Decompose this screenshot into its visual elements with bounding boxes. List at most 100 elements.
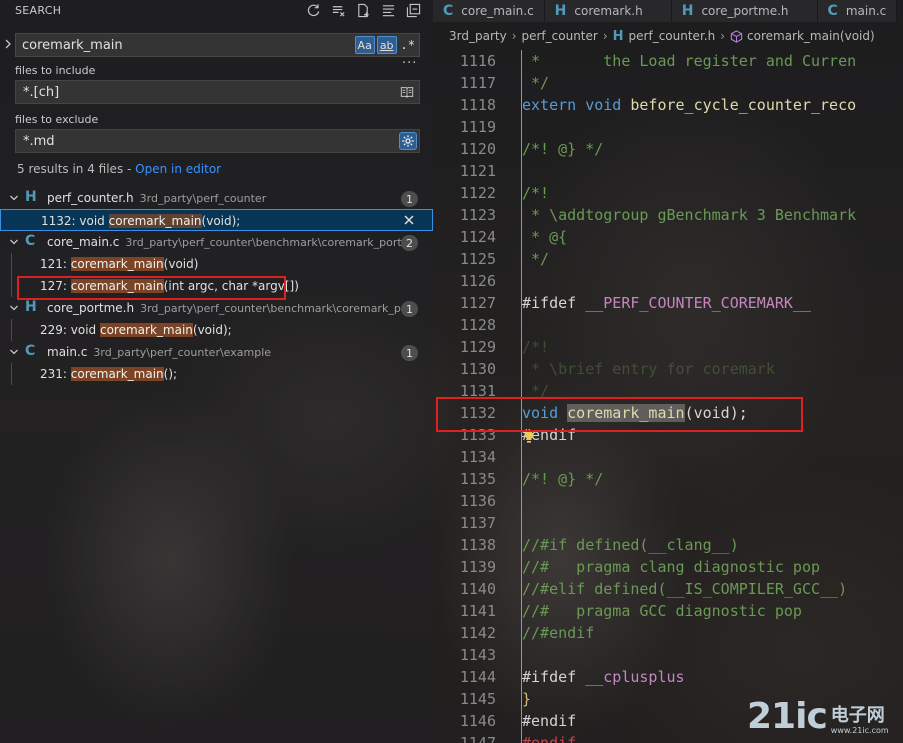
symbol-method-icon	[730, 29, 743, 43]
code-line[interactable]: 1116 * the Load register and Curren	[433, 50, 903, 72]
result-match-row[interactable]: 229: void coremark_main(void);	[0, 319, 433, 341]
code-line[interactable]: 1127 #ifdef __PERF_COUNTER_COREMARK__	[433, 292, 903, 314]
match-highlight: coremark_main	[108, 214, 202, 228]
h-file-icon: H	[681, 3, 694, 19]
code-line[interactable]: 1123 * \addtogroup gBenchmark 3 Benchmar…	[433, 204, 903, 226]
line-number: 1129	[459, 338, 496, 356]
refresh-icon[interactable]	[305, 2, 321, 18]
chevron-down-icon[interactable]	[9, 346, 19, 356]
match-highlight: coremark_main	[99, 323, 193, 337]
line-number: 1147	[459, 734, 496, 743]
collapse-all-icon[interactable]	[405, 2, 421, 18]
clear-results-icon[interactable]	[330, 2, 346, 18]
code-function: before_cycle_counter_reco	[630, 96, 857, 114]
result-file-core-main-c[interactable]: C core_main.c 3rd_party\perf_counter\benc…	[0, 231, 433, 253]
code-text: /*! @} */	[522, 138, 603, 160]
line-number: 1125	[459, 250, 496, 268]
tab-main-c[interactable]: Cmain.c	[817, 0, 898, 22]
tab-core-main-c[interactable]: Ccore_main.c	[433, 0, 545, 22]
result-file-main-c[interactable]: C main.c 3rd_party\perf_counter\example 1	[0, 341, 433, 363]
code-comment: //# pragma clang diagnostic pop	[522, 558, 821, 576]
code-line[interactable]: 1141 //# pragma GCC diagnostic pop	[433, 600, 903, 622]
result-file-perf-counter-h[interactable]: H perf_counter.h 3rd_party\perf_counter 1	[0, 187, 433, 209]
code-line[interactable]: 1122 /*!	[433, 182, 903, 204]
code-line[interactable]: 1121	[433, 160, 903, 182]
code-text: #endif	[522, 732, 576, 743]
match-text: 231: coremark_main();	[40, 367, 177, 381]
line-number: 1119	[459, 118, 496, 136]
code-line[interactable]: 1143	[433, 644, 903, 666]
code-line[interactable]: 1142 //#endif	[433, 622, 903, 644]
search-input[interactable]: coremark_main Aa ab .*	[15, 33, 420, 57]
file-name-text: core_portme.h	[47, 301, 135, 315]
code-line[interactable]: 1125 */	[433, 248, 903, 270]
line-number: 1117	[459, 74, 496, 92]
whole-word-toggle[interactable]: ab	[376, 36, 397, 54]
view-as-tree-icon[interactable]	[380, 2, 396, 18]
more-options-icon[interactable]: ···	[402, 56, 417, 71]
search-only-open-editors-icon[interactable]	[399, 84, 415, 100]
code-line[interactable]: 1139 //# pragma clang diagnostic pop	[433, 556, 903, 578]
open-in-editor-link[interactable]: Open in editor	[135, 162, 221, 176]
result-match-row[interactable]: 121: coremark_main(void)	[0, 253, 433, 275]
code-line[interactable]: 1119	[433, 116, 903, 138]
file-path: 3rd_party\perf_counter\benchmark\coremar…	[125, 236, 402, 249]
result-match-row[interactable]: 1132: void coremark_main(void);	[0, 209, 433, 231]
breadcrumb-item[interactable]: coremark_main(void)	[747, 29, 875, 43]
code-line[interactable]: 1135 /*! @} */	[433, 468, 903, 490]
code-line[interactable]: 1144 #ifdef __cplusplus	[433, 666, 903, 688]
code-brace: }	[522, 690, 532, 708]
dismiss-icon[interactable]	[402, 213, 416, 227]
code-line[interactable]: 1128	[433, 314, 903, 336]
code-line[interactable]: 1120 /*! @} */	[433, 138, 903, 160]
file-name: core_portme.h 3rd_party\perf_counter\benc…	[47, 301, 416, 315]
chevron-down-icon[interactable]	[9, 192, 19, 202]
match-case-toggle[interactable]: Aa	[354, 36, 375, 54]
new-search-editor-icon[interactable]	[355, 2, 371, 18]
toggle-replace-icon[interactable]	[3, 38, 13, 50]
code-line[interactable]: 1140 //#elif defined(__IS_COMPILER_GCC__)	[433, 578, 903, 600]
code-comment: /*!	[522, 184, 550, 202]
code-line[interactable]: 1129 /*!	[433, 336, 903, 358]
code-line[interactable]: 1130 * \brief entry for coremark	[433, 358, 903, 380]
h-file-icon: H	[25, 189, 37, 205]
breadcrumb-item[interactable]: 3rd_party	[449, 29, 507, 43]
code-line[interactable]: 1134	[433, 446, 903, 468]
tab-coremark-h[interactable]: Hcoremark.h	[544, 0, 672, 22]
use-exclude-settings-icon[interactable]	[399, 132, 417, 150]
code-text: */	[522, 248, 549, 270]
match-count-badge: 1	[401, 345, 418, 361]
file-name-text: main.c	[47, 345, 88, 359]
code-line[interactable]: 1117 */	[433, 72, 903, 94]
result-match-row[interactable]: 231: coremark_main();	[0, 363, 433, 385]
match-line-number: 1132:	[41, 214, 80, 228]
code-line[interactable]: 1137	[433, 512, 903, 534]
chevron-right-icon: ›	[720, 29, 726, 43]
code-line[interactable]: 1126	[433, 270, 903, 292]
code-line[interactable]: 1138 //#if defined(__clang__)	[433, 534, 903, 556]
exclude-input[interactable]: *.md	[15, 129, 420, 153]
file-path: 3rd_party\perf_counter\example	[93, 346, 272, 359]
breadcrumb-item[interactable]: perf_counter	[522, 29, 598, 43]
match-count-badge: 1	[401, 191, 418, 207]
chevron-down-icon[interactable]	[9, 236, 19, 246]
annotation-highlight-box	[436, 397, 803, 432]
line-number: 1135	[459, 470, 496, 488]
code-line[interactable]: 1136	[433, 490, 903, 512]
tab-label: core_portme.h	[701, 4, 789, 18]
line-number: 1123	[459, 206, 496, 224]
tab-core-portme-h[interactable]: Hcore_portme.h	[671, 0, 818, 22]
chevron-down-icon[interactable]	[9, 302, 19, 312]
lightbulb-icon[interactable]	[523, 430, 535, 444]
result-file-core-portme-h[interactable]: H core_portme.h 3rd_party\perf_counter\be…	[0, 297, 433, 319]
breadcrumb-item[interactable]: perf_counter.h	[629, 29, 716, 43]
code-line[interactable]: 1124 * @{	[433, 226, 903, 248]
code-line[interactable]: 1118 extern void before_cycle_counter_rec…	[433, 94, 903, 116]
match-highlight: coremark_main	[70, 257, 164, 271]
search-actions	[305, 0, 421, 20]
code-macro: __PERF_COUNTER_COREMARK__	[585, 294, 811, 312]
regex-toggle[interactable]: .*	[399, 36, 417, 54]
code-comment: * @{	[522, 228, 568, 246]
include-input[interactable]: *.[ch]	[15, 80, 420, 104]
c-file-icon: C	[25, 343, 36, 359]
